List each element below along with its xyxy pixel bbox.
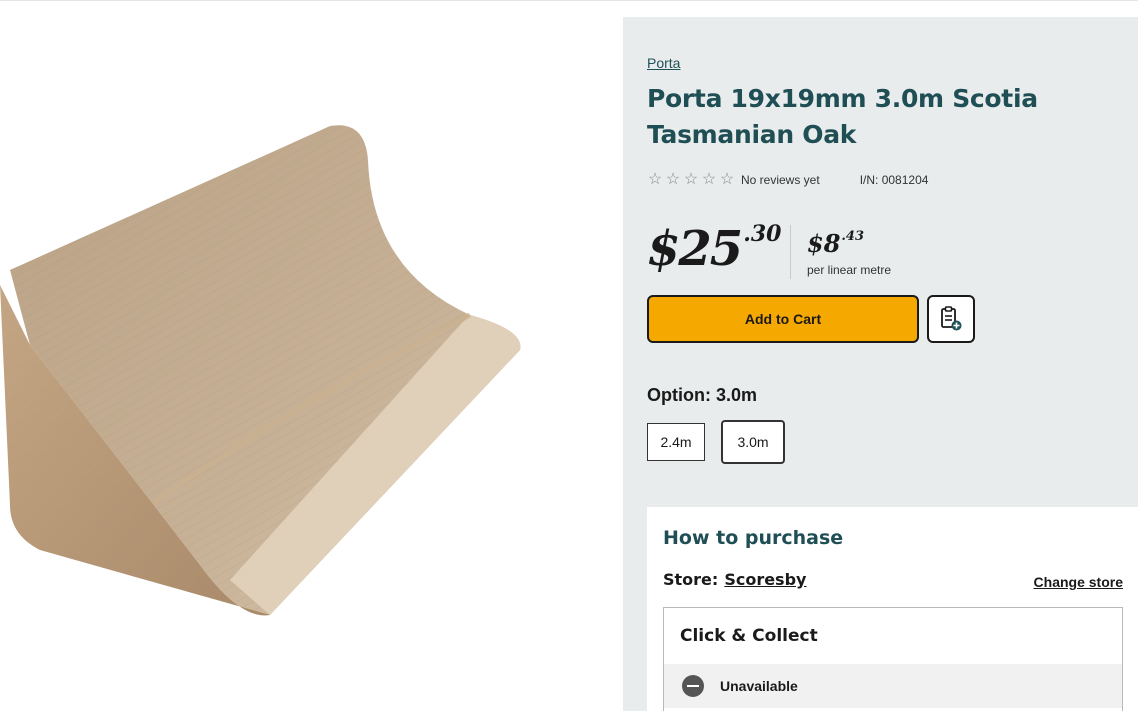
store-row: Store: Scoresby bbox=[663, 570, 806, 589]
item-number: I/N: 0081204 bbox=[859, 173, 929, 187]
store-name-link[interactable]: Scoresby bbox=[724, 570, 806, 589]
top-divider bbox=[0, 0, 1138, 1]
how-to-purchase-heading: How to purchase bbox=[663, 527, 844, 549]
click-collect-status: Unavailable bbox=[664, 664, 1122, 708]
option-3-0m-selected[interactable]: 3.0m bbox=[721, 420, 785, 464]
product-image bbox=[0, 125, 521, 616]
store-label: Store: bbox=[663, 570, 719, 589]
click-collect-status-text: Unavailable bbox=[720, 678, 798, 694]
add-to-list-button[interactable] bbox=[927, 295, 975, 343]
unit-price-cents: .43 bbox=[841, 229, 865, 244]
option-2-4m[interactable]: 2.4m bbox=[647, 423, 705, 461]
rating-row: ☆ ☆ ☆ ☆ ☆ No reviews yet I/N: 0081204 bbox=[647, 171, 929, 189]
price: $25 .30 bbox=[647, 221, 781, 277]
star-outline-icon: ☆ bbox=[701, 171, 717, 188]
reviews-text: No reviews yet bbox=[741, 173, 820, 187]
click-collect-box: Click & Collect Unavailable bbox=[663, 607, 1123, 711]
add-to-cart-button[interactable]: Add to Cart bbox=[647, 295, 919, 343]
how-to-purchase-section: How to purchase Store: Scoresby Change st… bbox=[647, 507, 1138, 711]
price-dollars: $25 bbox=[647, 221, 743, 277]
unit-price-dollars: $8 bbox=[807, 229, 841, 258]
rating-stars[interactable]: ☆ ☆ ☆ ☆ ☆ bbox=[647, 172, 735, 188]
add-to-list-icon bbox=[941, 306, 962, 331]
unavailable-icon bbox=[682, 675, 704, 697]
price-divider bbox=[790, 225, 791, 279]
star-outline-icon: ☆ bbox=[665, 171, 681, 188]
change-store-link[interactable]: Change store bbox=[1034, 574, 1123, 590]
option-label: Option: 3.0m bbox=[647, 385, 758, 405]
unit-price-label: per linear metre bbox=[807, 263, 892, 277]
price-cents: .30 bbox=[743, 221, 782, 247]
product-title: Porta 19x19mm 3.0m Scotia Tasmanian Oak bbox=[647, 84, 1038, 149]
unit-price: $8 .43 bbox=[807, 229, 864, 259]
star-outline-icon: ☆ bbox=[647, 171, 663, 188]
brand-link[interactable]: Porta bbox=[647, 55, 680, 71]
star-outline-icon: ☆ bbox=[683, 171, 699, 188]
product-info-panel: Porta Porta 19x19mm 3.0m Scotia Tasmania… bbox=[623, 17, 1138, 711]
star-outline-icon: ☆ bbox=[719, 171, 735, 188]
click-collect-title: Click & Collect bbox=[680, 626, 818, 646]
